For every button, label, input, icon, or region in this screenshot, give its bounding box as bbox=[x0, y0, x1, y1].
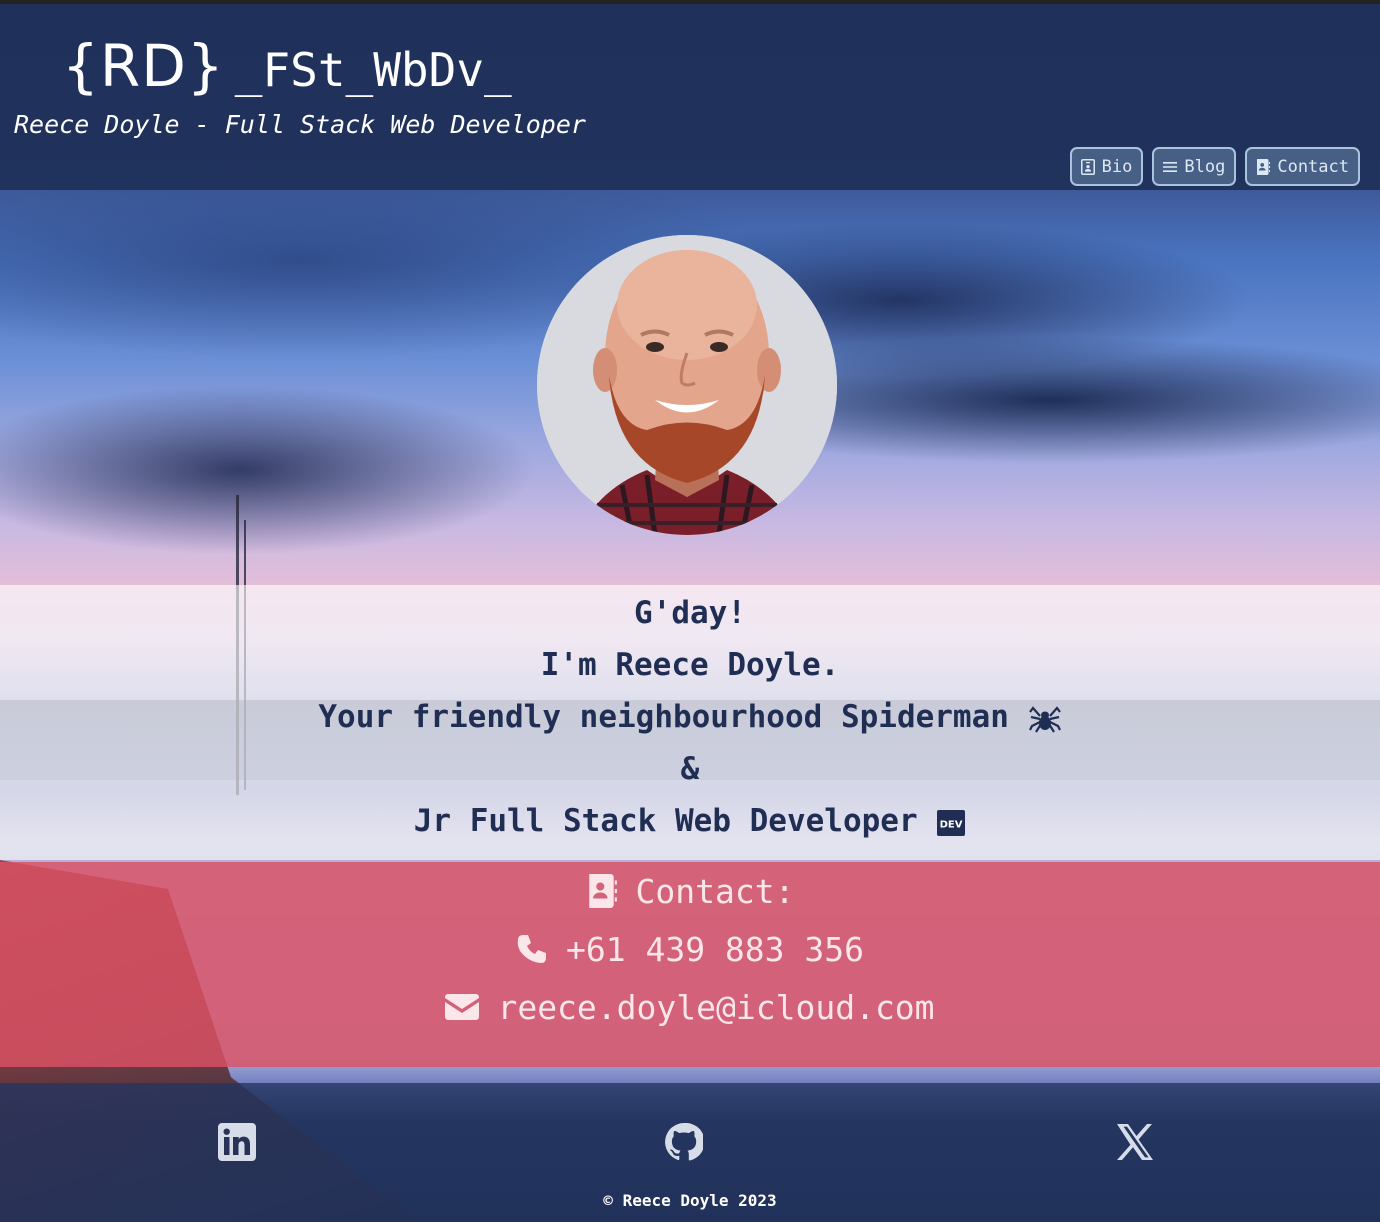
logo-initials: {RD} bbox=[62, 32, 225, 100]
github-link[interactable] bbox=[665, 1122, 705, 1161]
linkedin-icon bbox=[218, 1123, 256, 1161]
nav-bio-label: Bio bbox=[1101, 156, 1133, 177]
intro-section: G'day! I'm Reece Doyle. Your friendly ne… bbox=[0, 585, 1380, 860]
envelope-icon bbox=[445, 994, 480, 1020]
site-subtitle: Reece Doyle - Full Stack Web Developer bbox=[14, 110, 586, 139]
site-header: {RD} _FSt_WbDv_ Reece Doyle - Full Stack… bbox=[0, 0, 1380, 190]
name-line: I'm Reece Doyle. bbox=[540, 647, 840, 683]
greeting-line: G'day! bbox=[634, 595, 746, 631]
main-nav: Bio Blog Contact bbox=[1069, 147, 1360, 186]
site-logo[interactable]: {RD} _FSt_WbDv_ bbox=[62, 32, 512, 100]
x-link[interactable] bbox=[1116, 1123, 1154, 1161]
phone-number[interactable]: +61 439 883 356 bbox=[566, 930, 864, 969]
list-icon bbox=[1163, 161, 1178, 172]
ampersand-line: & bbox=[680, 751, 700, 787]
spiderman-text: Your friendly neighbourhood Spiderman bbox=[318, 699, 1009, 735]
id-badge-icon bbox=[1080, 158, 1095, 175]
contact-heading-text: Contact: bbox=[635, 871, 795, 911]
developer-line: Jr Full Stack Web Developer DEV bbox=[0, 795, 1380, 847]
github-icon bbox=[665, 1122, 705, 1161]
x-icon bbox=[1117, 1124, 1153, 1160]
phone-icon bbox=[517, 935, 546, 963]
dev-badge-icon: DEV bbox=[937, 809, 966, 836]
developer-text: Jr Full Stack Web Developer bbox=[413, 803, 918, 839]
address-book-icon bbox=[588, 874, 617, 908]
nav-contact-label: Contact bbox=[1277, 156, 1349, 177]
linkedin-link[interactable] bbox=[218, 1123, 256, 1161]
copyright-text: © Reece Doyle 2023 bbox=[603, 1191, 777, 1210]
logo-tagline: _FSt_WbDv_ bbox=[234, 43, 512, 97]
contact-phone[interactable]: +61 439 883 356 bbox=[0, 920, 1380, 978]
contact-email[interactable]: reece.doyle@icloud.com bbox=[0, 978, 1380, 1036]
nav-contact-button[interactable]: Contact bbox=[1245, 147, 1360, 186]
contact-section: Contact: +61 439 883 356 reece.doyle@icl… bbox=[0, 862, 1380, 1067]
address-book-icon bbox=[1257, 158, 1271, 175]
nav-blog-label: Blog bbox=[1184, 156, 1226, 177]
site-footer: © Reece Doyle 2023 bbox=[0, 1083, 1380, 1222]
nav-bio-button[interactable]: Bio bbox=[1069, 147, 1144, 186]
svg-text:DEV: DEV bbox=[940, 819, 963, 830]
spider-emoji bbox=[1028, 705, 1061, 733]
profile-photo bbox=[537, 235, 837, 535]
email-address[interactable]: reece.doyle@icloud.com bbox=[497, 988, 934, 1027]
contact-heading: Contact: bbox=[0, 862, 1380, 920]
spiderman-line: Your friendly neighbourhood Spiderman bbox=[0, 691, 1380, 743]
avatar-portrait bbox=[537, 235, 837, 535]
nav-blog-button[interactable]: Blog bbox=[1152, 147, 1237, 186]
